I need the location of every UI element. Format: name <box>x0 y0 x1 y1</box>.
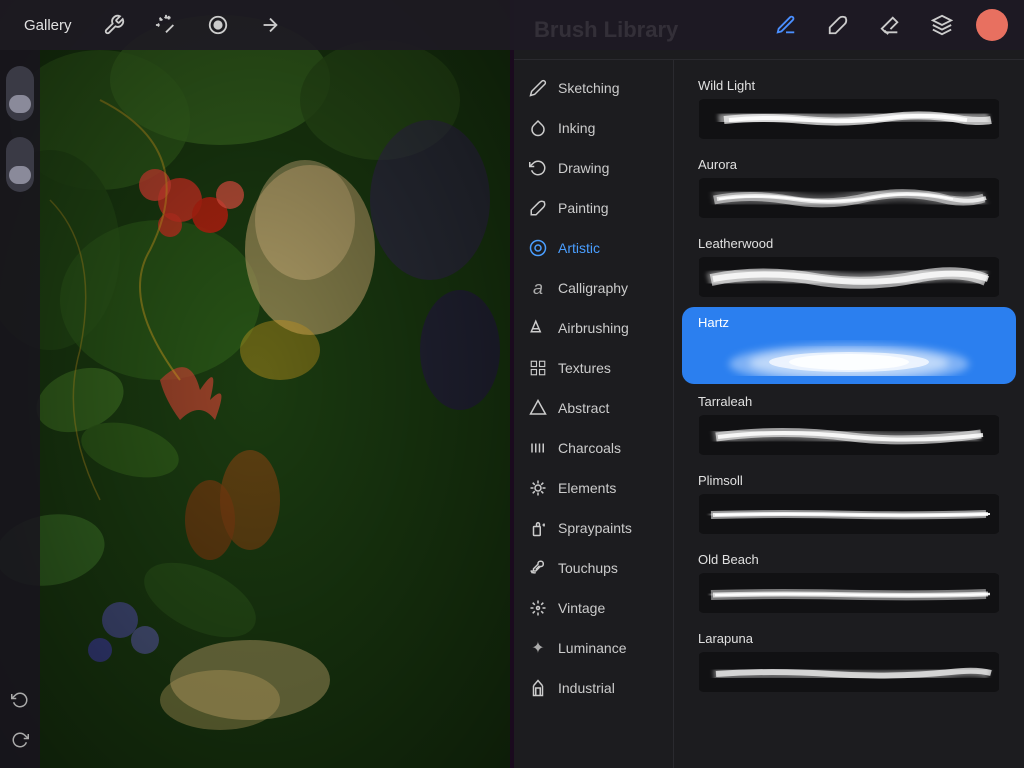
category-item-charcoals[interactable]: Charcoals <box>514 428 673 468</box>
brush-preview-aurora <box>698 178 1000 218</box>
brush-item-hartz[interactable]: Hartz <box>682 307 1016 384</box>
brush-name-plimsoll: Plimsoll <box>698 473 1000 488</box>
brush-preview-plimsoll <box>698 494 1000 534</box>
inking-icon <box>528 118 548 138</box>
spraypaints-icon <box>528 518 548 538</box>
calligraphy-icon: a <box>528 278 548 298</box>
category-label-calligraphy: Calligraphy <box>558 280 628 296</box>
category-label-vintage: Vintage <box>558 600 605 616</box>
painting-icon <box>528 198 548 218</box>
category-item-artistic[interactable]: Artistic <box>514 228 673 268</box>
brush-name-old-beach: Old Beach <box>698 552 1000 567</box>
category-item-elements[interactable]: Elements <box>514 468 673 508</box>
category-label-painting: Painting <box>558 200 609 216</box>
category-label-artistic: Artistic <box>558 240 600 256</box>
left-toolbar <box>0 50 40 768</box>
brush-name-leatherwood: Leatherwood <box>698 236 1000 251</box>
topbar: Gallery <box>0 0 1024 50</box>
category-label-charcoals: Charcoals <box>558 440 621 456</box>
category-item-calligraphy[interactable]: a Calligraphy <box>514 268 673 308</box>
category-item-spraypaints[interactable]: Spraypaints <box>514 508 673 548</box>
brush-item-larapuna[interactable]: Larapuna <box>682 623 1016 700</box>
elements-icon <box>528 478 548 498</box>
category-label-industrial: Industrial <box>558 680 615 696</box>
brush-preview-wild-light <box>698 99 1000 139</box>
arrow-button[interactable] <box>252 7 288 43</box>
vintage-icon <box>528 598 548 618</box>
category-label-abstract: Abstract <box>558 400 609 416</box>
brush-library-panel: Brush Library + Sketching Inking <box>514 0 1024 768</box>
category-label-inking: Inking <box>558 120 595 136</box>
category-item-textures[interactable]: Textures <box>514 348 673 388</box>
size-slider[interactable] <box>6 137 34 192</box>
gallery-button[interactable]: Gallery <box>16 13 80 38</box>
brush-library-body: Sketching Inking Drawing P <box>514 60 1024 768</box>
sketching-icon <box>528 78 548 98</box>
redo-button[interactable] <box>4 724 36 756</box>
category-item-airbrushing[interactable]: Airbrushing <box>514 308 673 348</box>
airbrushing-icon <box>528 318 548 338</box>
category-list: Sketching Inking Drawing P <box>514 60 674 768</box>
category-label-elements: Elements <box>558 480 616 496</box>
undo-button[interactable] <box>4 684 36 716</box>
category-label-sketching: Sketching <box>558 80 619 96</box>
touchups-icon <box>528 558 548 578</box>
drawing-icon <box>528 158 548 178</box>
wrench-button[interactable] <box>96 7 132 43</box>
brush-name-wild-light: Wild Light <box>698 78 1000 93</box>
brush-preview-leatherwood <box>698 257 1000 297</box>
brush-name-aurora: Aurora <box>698 157 1000 172</box>
topbar-left: Gallery <box>16 7 288 43</box>
canvas-area[interactable] <box>0 0 510 768</box>
layers-button[interactable] <box>924 7 960 43</box>
category-label-touchups: Touchups <box>558 560 618 576</box>
industrial-icon <box>528 678 548 698</box>
brush-preview-larapuna <box>698 652 1000 692</box>
brush-item-leatherwood[interactable]: Leatherwood <box>682 228 1016 305</box>
brush-list: Wild Light Aurora <box>674 60 1024 768</box>
category-label-spraypaints: Spraypaints <box>558 520 632 536</box>
wand-button[interactable] <box>148 7 184 43</box>
category-item-inking[interactable]: Inking <box>514 108 673 148</box>
category-item-drawing[interactable]: Drawing <box>514 148 673 188</box>
eraser-tool-button[interactable] <box>872 7 908 43</box>
opacity-slider[interactable] <box>6 66 34 121</box>
brush-name-hartz: Hartz <box>698 315 1000 330</box>
textures-icon <box>528 358 548 378</box>
luminance-icon: ✦ <box>528 638 548 658</box>
brush-preview-old-beach <box>698 573 1000 613</box>
brush-tool-button[interactable] <box>820 7 856 43</box>
brush-item-plimsoll[interactable]: Plimsoll <box>682 465 1016 542</box>
artistic-icon <box>528 238 548 258</box>
category-item-abstract[interactable]: Abstract <box>514 388 673 428</box>
pencil-tool-button[interactable] <box>768 7 804 43</box>
brush-item-aurora[interactable]: Aurora <box>682 149 1016 226</box>
brush-preview-tarraleah <box>698 415 1000 455</box>
topbar-right <box>768 7 1008 43</box>
brush-item-tarraleah[interactable]: Tarraleah <box>682 386 1016 463</box>
category-item-industrial[interactable]: Industrial <box>514 668 673 708</box>
brush-item-old-beach[interactable]: Old Beach <box>682 544 1016 621</box>
brush-name-tarraleah: Tarraleah <box>698 394 1000 409</box>
category-label-luminance: Luminance <box>558 640 627 656</box>
category-item-painting[interactable]: Painting <box>514 188 673 228</box>
category-item-luminance[interactable]: ✦ Luminance <box>514 628 673 668</box>
brush-item-wild-light[interactable]: Wild Light <box>682 70 1016 147</box>
brush-preview-hartz <box>698 336 1000 376</box>
category-item-sketching[interactable]: Sketching <box>514 68 673 108</box>
category-label-airbrushing: Airbrushing <box>558 320 629 336</box>
charcoals-icon <box>528 438 548 458</box>
brush-name-larapuna: Larapuna <box>698 631 1000 646</box>
smudge-button[interactable] <box>200 7 236 43</box>
avatar[interactable] <box>976 9 1008 41</box>
abstract-icon <box>528 398 548 418</box>
category-label-textures: Textures <box>558 360 611 376</box>
category-item-vintage[interactable]: Vintage <box>514 588 673 628</box>
category-label-drawing: Drawing <box>558 160 609 176</box>
category-item-touchups[interactable]: Touchups <box>514 548 673 588</box>
